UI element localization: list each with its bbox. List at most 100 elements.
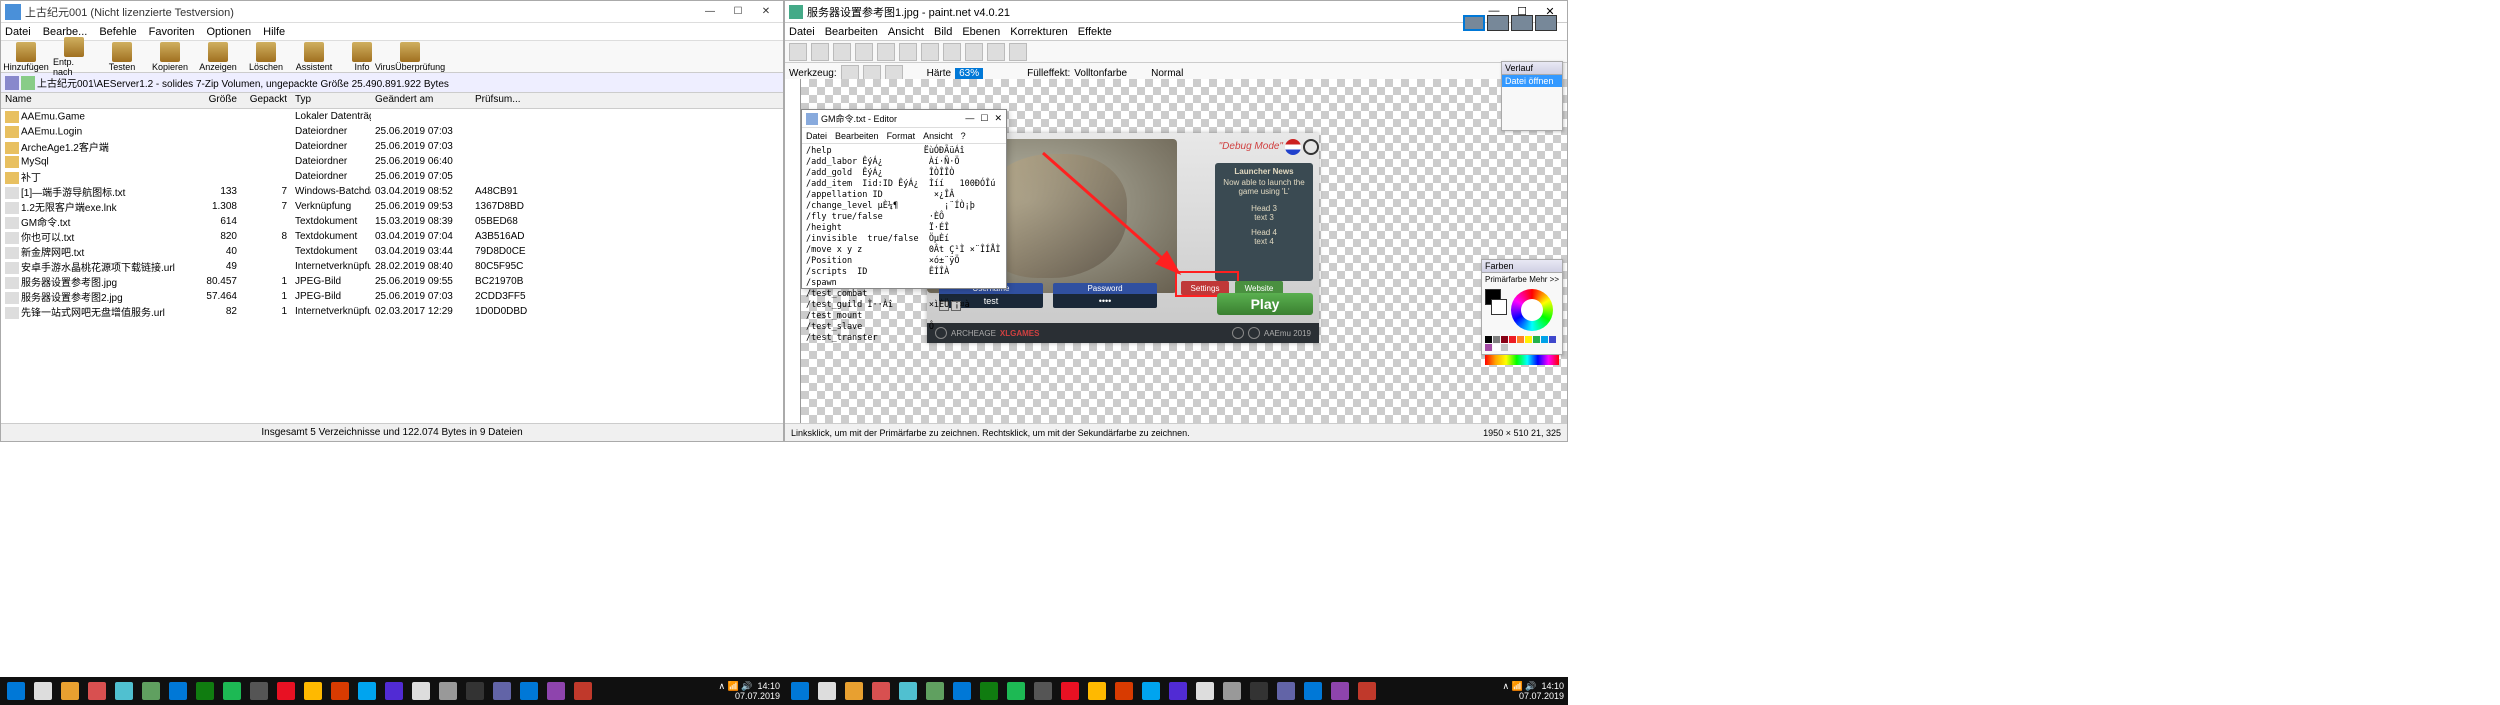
table-row[interactable]: AAEmu.Game Lokaler Datenträger xyxy=(1,109,783,124)
col-size[interactable]: Größe xyxy=(191,93,241,108)
taskbar-app-button[interactable] xyxy=(409,680,433,702)
table-row[interactable]: AAEmu.Login Dateiordner 25.06.2019 07:03 xyxy=(1,124,783,139)
taskbar-app-button[interactable] xyxy=(1166,680,1190,702)
taskbar-right[interactable]: ∧ 📶 🔊 14:10 07.07.2019 xyxy=(784,677,1568,705)
taskbar-app-button[interactable] xyxy=(1193,680,1217,702)
taskbar-app-button[interactable] xyxy=(869,680,893,702)
save-icon[interactable] xyxy=(833,43,851,61)
toolbar-button[interactable]: Hinzufügen xyxy=(5,42,47,72)
palette-swatch[interactable] xyxy=(1549,336,1556,343)
palette-swatch[interactable] xyxy=(1509,336,1516,343)
hardness-value[interactable]: 63% xyxy=(955,68,983,79)
file-list[interactable]: Name Größe Gepackt Typ Geändert am Prüfs… xyxy=(1,93,783,453)
taskbar-app-button[interactable] xyxy=(139,680,163,702)
taskbar-app-button[interactable] xyxy=(1139,680,1163,702)
system-tray[interactable]: ∧ 📶 🔊 14:10 07.07.2019 xyxy=(718,681,780,701)
minimize-button[interactable]: — xyxy=(697,3,723,21)
col-name[interactable]: Name xyxy=(1,93,191,108)
taskbar-app-button[interactable] xyxy=(1247,680,1271,702)
maximize-button[interactable]: ☐ xyxy=(725,3,751,21)
taskbar-app-button[interactable] xyxy=(977,680,1001,702)
titlebar[interactable]: 服务器设置参考图1.jpg - paint.net v4.0.21 — ☐ ✕ xyxy=(785,1,1567,23)
table-row[interactable]: [1]—端手游导航图标.txt 133 7 Windows-Batchda...… xyxy=(1,184,783,199)
blend-value[interactable]: Normal xyxy=(1151,68,1183,79)
toolbar-button[interactable]: Testen xyxy=(101,42,143,72)
palette-swatch[interactable] xyxy=(1485,336,1492,343)
taskbar-app-button[interactable] xyxy=(274,680,298,702)
table-row[interactable]: 服务器设置参考图.jpg 80.457 1 JPEG-Bild 25.06.20… xyxy=(1,274,783,289)
palette-swatch[interactable] xyxy=(1525,336,1532,343)
thumb[interactable] xyxy=(1511,15,1533,31)
taskbar-app-button[interactable] xyxy=(1220,680,1244,702)
menu-item[interactable]: Datei xyxy=(806,131,827,141)
menu-item[interactable]: ? xyxy=(961,131,966,141)
taskbar-app-button[interactable] xyxy=(1031,680,1055,702)
taskbar-app-button[interactable] xyxy=(166,680,190,702)
ruler-icon[interactable] xyxy=(1009,43,1027,61)
hue-strip[interactable] xyxy=(1485,355,1559,365)
github-icon[interactable] xyxy=(1232,327,1244,339)
taskbar-app-button[interactable] xyxy=(328,680,352,702)
palette-swatch[interactable] xyxy=(1533,336,1540,343)
taskbar-left[interactable]: ∧ 📶 🔊 14:10 07.07.2019 xyxy=(0,677,784,705)
menu-item[interactable]: Bild xyxy=(934,26,952,38)
taskbar-app-button[interactable] xyxy=(571,680,595,702)
palette-swatch[interactable] xyxy=(1517,336,1524,343)
taskbar-app-button[interactable] xyxy=(193,680,217,702)
menu-item[interactable]: Bearbeiten xyxy=(835,131,879,141)
col-crc[interactable]: Prüfsum... xyxy=(471,93,531,108)
open-icon[interactable] xyxy=(811,43,829,61)
palette-swatch[interactable] xyxy=(1485,344,1492,351)
table-row[interactable]: 1.2无限客户端exe.lnk 1.308 7 Verknüpfung 25.0… xyxy=(1,199,783,214)
taskbar-app-button[interactable] xyxy=(31,680,55,702)
palette-swatch[interactable] xyxy=(1541,336,1548,343)
taskbar-app-button[interactable] xyxy=(788,680,812,702)
thumb[interactable] xyxy=(1535,15,1557,31)
menu-item[interactable]: Format xyxy=(887,131,916,141)
taskbar-app-button[interactable] xyxy=(842,680,866,702)
menu-item[interactable]: Bearbeiten xyxy=(825,26,878,38)
taskbar-app-button[interactable] xyxy=(1058,680,1082,702)
taskbar-app-button[interactable] xyxy=(1301,680,1325,702)
taskbar-app-button[interactable] xyxy=(247,680,271,702)
notepad-window[interactable]: GM命令.txt - Editor — ☐ ✕ Datei Bearbeiten… xyxy=(801,109,1007,289)
color-wheel[interactable] xyxy=(1511,289,1553,331)
palette-swatch[interactable] xyxy=(1501,336,1508,343)
cut-icon[interactable] xyxy=(877,43,895,61)
toolbar-button[interactable]: Anzeigen xyxy=(197,42,239,72)
table-row[interactable]: ArcheAge1.2客户端 Dateiordner 25.06.2019 07… xyxy=(1,139,783,154)
table-row[interactable]: 新金牌网吧.txt 40 Textdokument 03.04.2019 03:… xyxy=(1,244,783,259)
paste-icon[interactable] xyxy=(921,43,939,61)
taskbar-app-button[interactable] xyxy=(896,680,920,702)
toolbar-button[interactable]: Entp. nach xyxy=(53,37,95,77)
palette-swatch[interactable] xyxy=(1501,344,1508,351)
table-row[interactable]: GM命令.txt 614 Textdokument 15.03.2019 08:… xyxy=(1,214,783,229)
maximize-button[interactable]: ☐ xyxy=(980,113,988,124)
titlebar[interactable]: 上古纪元001 (Nicht lizenzierte Testversion) … xyxy=(1,1,783,23)
document-thumbnails[interactable] xyxy=(1463,15,1557,31)
fill-value[interactable]: Volltonfarbe xyxy=(1074,68,1127,79)
taskbar-app-button[interactable] xyxy=(517,680,541,702)
history-item[interactable]: Datei öffnen xyxy=(1502,75,1562,87)
taskbar-app-button[interactable] xyxy=(382,680,406,702)
menu-item[interactable]: Ansicht xyxy=(923,131,953,141)
taskbar-app-button[interactable] xyxy=(1274,680,1298,702)
taskbar-app-button[interactable] xyxy=(950,680,974,702)
pathbar[interactable]: 上古纪元001\AEServer1.2 - solides 7-Zip Volu… xyxy=(1,73,783,93)
minimize-button[interactable]: — xyxy=(965,113,974,124)
taskbar-app-button[interactable] xyxy=(436,680,460,702)
taskbar-app-button[interactable] xyxy=(1112,680,1136,702)
toolbar-button[interactable]: Kopieren xyxy=(149,42,191,72)
system-tray[interactable]: ∧ 📶 🔊 14:10 07.07.2019 xyxy=(1502,681,1564,701)
table-row[interactable]: MySql Dateiordner 25.06.2019 06:40 xyxy=(1,154,783,169)
taskbar-app-button[interactable] xyxy=(220,680,244,702)
taskbar-app-button[interactable] xyxy=(1085,680,1109,702)
table-row[interactable]: 服务器设置参考图2.jpg 57.464 1 JPEG-Bild 25.06.2… xyxy=(1,289,783,304)
taskbar-app-button[interactable] xyxy=(1355,680,1379,702)
history-panel[interactable]: Verlauf Datei öffnen xyxy=(1501,61,1563,131)
menu-item[interactable]: Optionen xyxy=(207,26,252,38)
menu-item[interactable]: Ansicht xyxy=(888,26,924,38)
table-row[interactable]: 先锋一站式网吧无盘增值服务.url 82 1 Internetverknüpfu… xyxy=(1,304,783,319)
toolbar-button[interactable]: Assistent xyxy=(293,42,335,72)
print-icon[interactable] xyxy=(855,43,873,61)
